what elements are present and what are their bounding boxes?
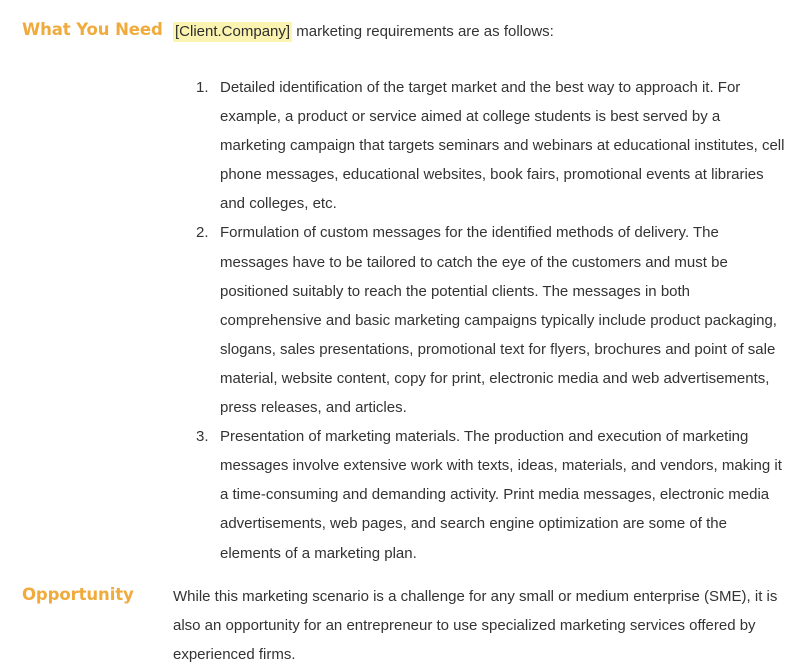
proposal-page: What You Need [Client.Company] marketing… bbox=[0, 0, 797, 663]
section-what-you-need: What You Need [Client.Company] marketing… bbox=[0, 0, 797, 568]
section-body-column: While this marketing scenario is a chall… bbox=[173, 582, 797, 669]
section-label-column: What You Need bbox=[0, 19, 173, 41]
requirements-list: Detailed identification of the target ma… bbox=[173, 42, 787, 568]
opportunity-paragraph: While this marketing scenario is a chall… bbox=[173, 587, 778, 663]
section-label-column: Opportunity bbox=[0, 582, 173, 606]
intro-line: [Client.Company] marketing requirements … bbox=[173, 19, 787, 42]
merge-token-client-company[interactable]: [Client.Company] bbox=[173, 22, 293, 42]
list-item: Formulation of custom messages for the i… bbox=[196, 218, 777, 417]
section-opportunity: Opportunity While this marketing scenari… bbox=[0, 568, 797, 669]
section-body-column: [Client.Company] marketing requirements … bbox=[173, 19, 797, 568]
intro-line-text: marketing requirements are as follows: bbox=[292, 23, 554, 40]
list-item: Presentation of marketing materials. The… bbox=[196, 422, 782, 562]
list-item: Detailed identification of the target ma… bbox=[196, 73, 785, 213]
section-heading-what-you-need: What You Need bbox=[22, 20, 163, 39]
section-heading-opportunity: Opportunity bbox=[22, 584, 134, 604]
